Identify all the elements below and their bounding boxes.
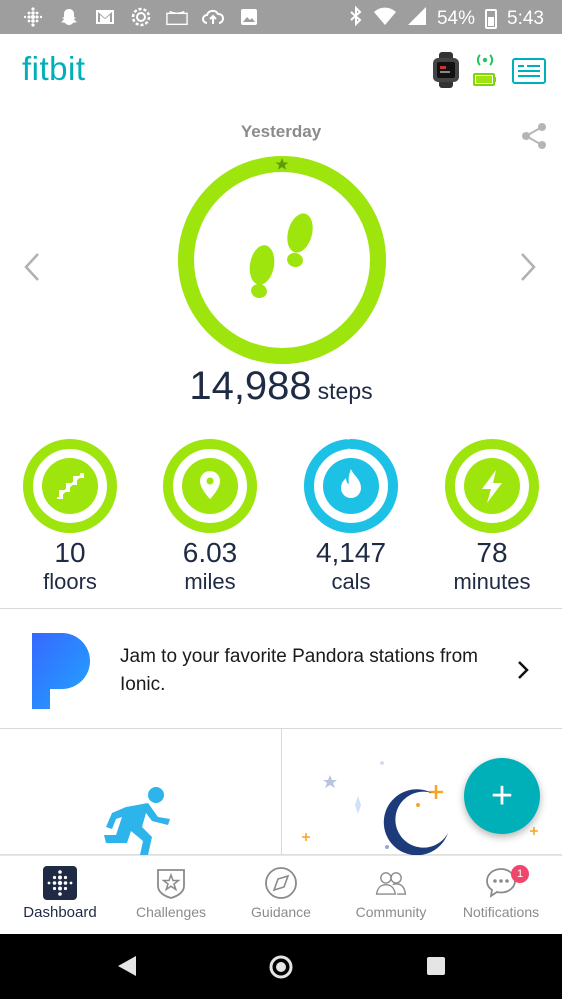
- challenges-star-icon: [157, 869, 185, 899]
- plus-sparkle-icon: [530, 827, 538, 835]
- minutes-label: minutes: [453, 569, 531, 594]
- pandora-promo-card[interactable]: Jam to your favorite Pandora stations fr…: [0, 608, 562, 729]
- metric-calories[interactable]: 4,147 cals: [281, 436, 421, 596]
- wifi-icon: [373, 6, 397, 32]
- sync-status-icon[interactable]: [472, 52, 498, 88]
- minutes-value: 78: [476, 537, 508, 568]
- tab-label: Community: [355, 904, 427, 920]
- back-icon[interactable]: [116, 954, 138, 978]
- moon-icon: [383, 789, 448, 855]
- steps-ring[interactable]: [176, 154, 388, 366]
- tab-guidance[interactable]: Guidance: [225, 856, 337, 935]
- fitbit-dots-icon: [22, 6, 44, 28]
- image-icon: [238, 6, 260, 28]
- sparkle-icon: [355, 796, 361, 814]
- miles-ring: [163, 439, 257, 533]
- gmail-icon: [94, 6, 116, 28]
- star-dot: [416, 803, 420, 807]
- tab-notifications[interactable]: 1 Notifications: [445, 856, 557, 935]
- cloud-upload-icon: [202, 6, 224, 28]
- steps-unit: steps: [317, 378, 373, 404]
- steps-value: 14,988: [189, 364, 312, 408]
- amazon-icon: [166, 6, 188, 28]
- battery-percent: 54%: [436, 8, 476, 29]
- metric-miles[interactable]: 6.03 miles: [140, 436, 280, 596]
- home-icon[interactable]: [268, 954, 294, 980]
- star-icon: [323, 775, 337, 788]
- android-navigation-bar: [0, 934, 562, 999]
- snapchat-icon: [58, 6, 80, 28]
- tab-label: Guidance: [251, 904, 311, 920]
- notification-badge: 1: [511, 865, 529, 883]
- pin-hole: [206, 477, 214, 485]
- floors-value: 10: [54, 537, 86, 568]
- pandora-promo-text: Jam to your favorite Pandora stations fr…: [120, 646, 478, 695]
- plus-sparkle-icon: [429, 785, 443, 799]
- fitbit-logo: fitbit: [22, 50, 86, 87]
- star-dot: [385, 845, 389, 849]
- tab-challenges[interactable]: Challenges: [115, 856, 227, 935]
- miles-value: 6.03: [182, 537, 238, 568]
- tab-label: Dashboard: [23, 904, 97, 921]
- notification-icons: [22, 6, 260, 28]
- minutes-ring: [445, 439, 539, 533]
- steps-progress-arc: [178, 156, 386, 364]
- system-status: 54% 5:43: [349, 5, 544, 32]
- next-day-button[interactable]: [518, 252, 538, 282]
- metric-floors[interactable]: 10 floors: [0, 436, 140, 596]
- share-icon[interactable]: [520, 122, 548, 150]
- chevron-right-icon[interactable]: [514, 659, 532, 681]
- settings-icon: [130, 6, 152, 28]
- tab-label: Challenges: [135, 904, 207, 920]
- tab-community[interactable]: Community: [335, 856, 447, 935]
- steps-count[interactable]: 14,988 steps: [0, 364, 562, 409]
- floors-label: floors: [43, 569, 97, 594]
- footsteps-icon: [249, 213, 313, 299]
- calories-ring: [304, 439, 398, 533]
- pandora-logo-icon: [32, 633, 90, 709]
- bluetooth-icon: [349, 5, 363, 32]
- tab-label: Notifications: [462, 904, 540, 920]
- status-bar: 54% 5:43: [0, 0, 562, 34]
- calories-label: cals: [331, 569, 371, 594]
- metric-active-minutes[interactable]: 78 minutes: [422, 436, 562, 596]
- watch-device-icon[interactable]: [431, 52, 461, 88]
- calories-value: 4,147: [315, 537, 387, 568]
- add-button[interactable]: +: [464, 758, 540, 834]
- clock: 5:43: [507, 8, 544, 29]
- previous-day-button[interactable]: [22, 252, 42, 282]
- account-card-icon[interactable]: [512, 58, 546, 84]
- day-label: Yesterday: [240, 122, 322, 141]
- bottom-navigation: Dashboard Challenges Guidance Community …: [0, 855, 562, 934]
- star-dot: [380, 761, 384, 765]
- tab-dashboard[interactable]: Dashboard: [4, 856, 116, 935]
- battery-icon: [485, 9, 498, 29]
- exercise-runner-icon[interactable]: [100, 785, 180, 855]
- compass-icon: [265, 867, 297, 899]
- dashboard-icon: [43, 866, 77, 900]
- signal-icon: [407, 6, 427, 32]
- tile-divider: [281, 729, 282, 855]
- recent-apps-icon[interactable]: [426, 956, 446, 976]
- miles-label: miles: [184, 569, 236, 594]
- steps-hero: Yesterday 14,988 steps: [0, 110, 562, 430]
- community-people-icon: [375, 872, 407, 895]
- plus-sparkle-icon: [302, 833, 310, 841]
- app-header: fitbit: [0, 34, 562, 110]
- metrics-row: 10 floors 6.03 miles 4,147 cals 78 minut…: [0, 436, 562, 606]
- floors-ring: [23, 439, 117, 533]
